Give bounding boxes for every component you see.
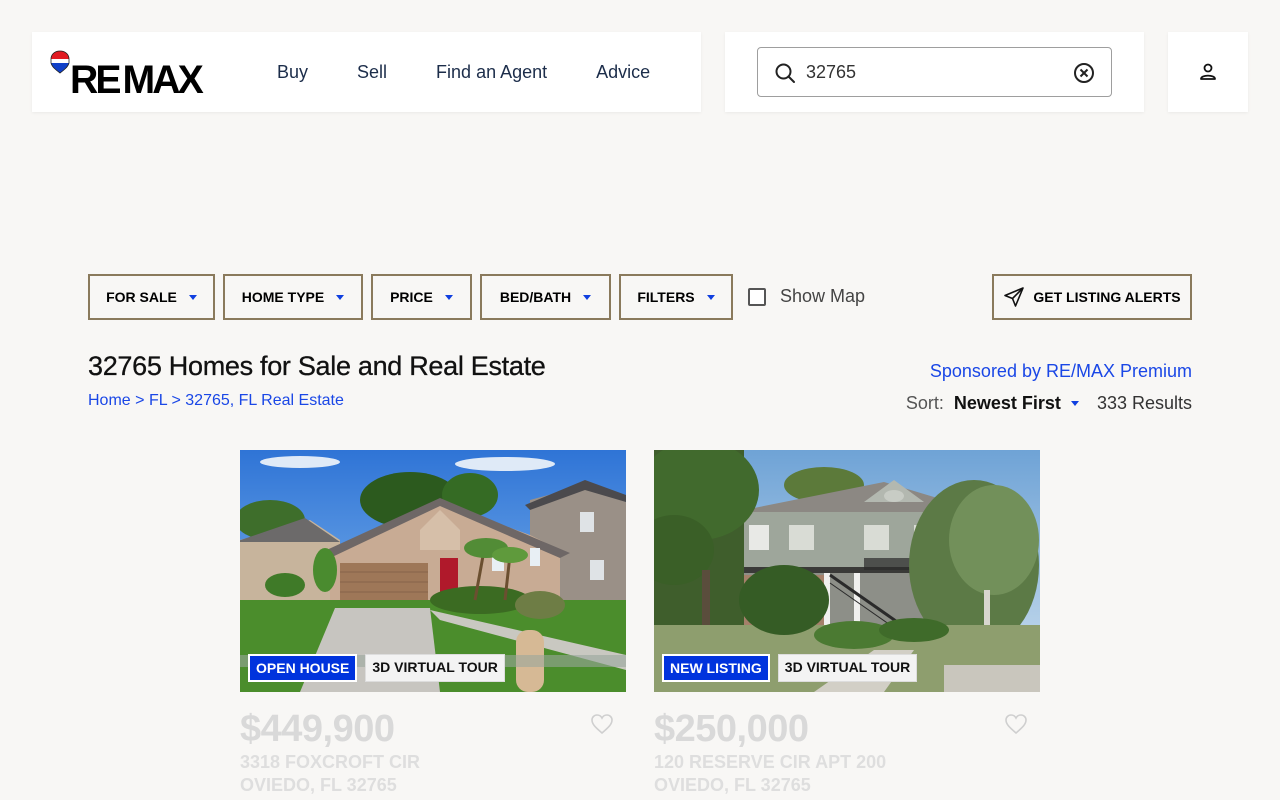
open-house-badge: OPEN HOUSE [248,654,358,682]
chevron-down-icon [188,294,197,300]
listing-card[interactable]: OPEN HOUSE 3D VIRTUAL TOUR $449,900 3318… [240,450,626,797]
get-listing-alerts-label: GET LISTING ALERTS [1033,289,1181,305]
show-map-toggle[interactable]: Show Map [748,286,865,307]
listing-price: $250,000 [654,708,809,750]
listing-badges: OPEN HOUSE 3D VIRTUAL TOUR [248,654,505,682]
paper-plane-icon [1004,287,1025,307]
balloon-logo-icon [50,50,70,74]
primary-nav: Buy Sell Find an Agent Advice [277,32,650,112]
listing-photo[interactable]: NEW LISTING 3D VIRTUAL TOUR [654,450,1040,692]
listing-street: 3318 FOXCROFT CIR [240,752,421,772]
new-listing-badge: NEW LISTING [662,654,770,682]
favorite-heart-icon[interactable] [590,713,614,735]
more-filters-button[interactable]: FILTERS [619,274,733,320]
account-button[interactable] [1168,32,1248,112]
chevron-down-icon [583,294,592,300]
home-type-filter-label: HOME TYPE [241,289,325,305]
home-type-filter-button[interactable]: HOME TYPE [223,274,363,320]
chevron-down-icon[interactable] [1070,401,1079,406]
nav-buy[interactable]: Buy [277,62,308,83]
price-filter-label: PRICE [390,289,433,305]
chevron-down-icon [336,294,345,300]
show-map-checkbox[interactable] [748,287,766,306]
listing-city: OVIEDO, FL 32765 [654,775,811,795]
listing-city: OVIEDO, FL 32765 [240,775,397,795]
virtual-tour-badge[interactable]: 3D VIRTUAL TOUR [777,654,918,682]
listing-badges: NEW LISTING 3D VIRTUAL TOUR [662,654,918,682]
main-nav-bar: REMAX Buy Sell Find an Agent Advice [32,32,701,112]
results-count: 333 Results [1096,393,1192,413]
chevron-down-icon [444,294,453,300]
get-listing-alerts-button[interactable]: GET LISTING ALERTS [992,274,1192,320]
nav-find-agent[interactable]: Find an Agent [436,62,547,83]
favorite-heart-icon[interactable] [1004,713,1028,735]
chevron-down-icon [706,294,715,300]
breadcrumb-area[interactable]: 32765, FL Real Estate [185,392,344,409]
person-icon [1200,63,1216,80]
remax-logo[interactable]: REMAX [50,50,222,102]
nav-sell[interactable]: Sell [357,62,387,83]
listing-photo[interactable]: OPEN HOUSE 3D VIRTUAL TOUR [240,450,626,692]
logo-wordmark: REMAX [70,58,204,102]
sort-control: Sort: Newest First 333 Results [906,393,1192,414]
breadcrumb-separator: > [171,392,181,409]
nav-advice[interactable]: Advice [596,62,650,83]
search-panel [725,32,1144,112]
bed-bath-filter-button[interactable]: BED/BATH [480,274,611,320]
page-title: 32765 Homes for Sale and Real Estate [88,351,546,381]
bed-bath-filter-label: BED/BATH [499,289,572,305]
search-icon [775,63,795,83]
price-filter-button[interactable]: PRICE [371,274,472,320]
for-sale-filter-label: FOR SALE [106,289,177,305]
clear-search-icon[interactable] [1073,62,1095,84]
breadcrumb-home[interactable]: Home [88,392,131,409]
breadcrumb-separator: > [135,392,145,409]
sponsored-by-link[interactable]: Sponsored by RE/MAX Premium [930,361,1192,382]
breadcrumb: Home > FL > 32765, FL Real Estate [88,392,344,410]
listing-card[interactable]: NEW LISTING 3D VIRTUAL TOUR $250,000 120… [654,450,1040,797]
show-map-label: Show Map [780,286,866,306]
virtual-tour-badge[interactable]: 3D VIRTUAL TOUR [365,654,505,682]
listing-street: 120 RESERVE CIR APT 200 [654,752,887,772]
sort-label: Sort: [905,393,944,413]
listing-price: $449,900 [240,708,395,750]
for-sale-filter-button[interactable]: FOR SALE [88,274,215,320]
search-box[interactable] [757,47,1112,97]
search-input[interactable] [806,58,1056,86]
more-filters-label: FILTERS [637,289,695,305]
sort-dropdown[interactable]: Newest First [954,393,1061,414]
breadcrumb-state[interactable]: FL [149,392,167,409]
